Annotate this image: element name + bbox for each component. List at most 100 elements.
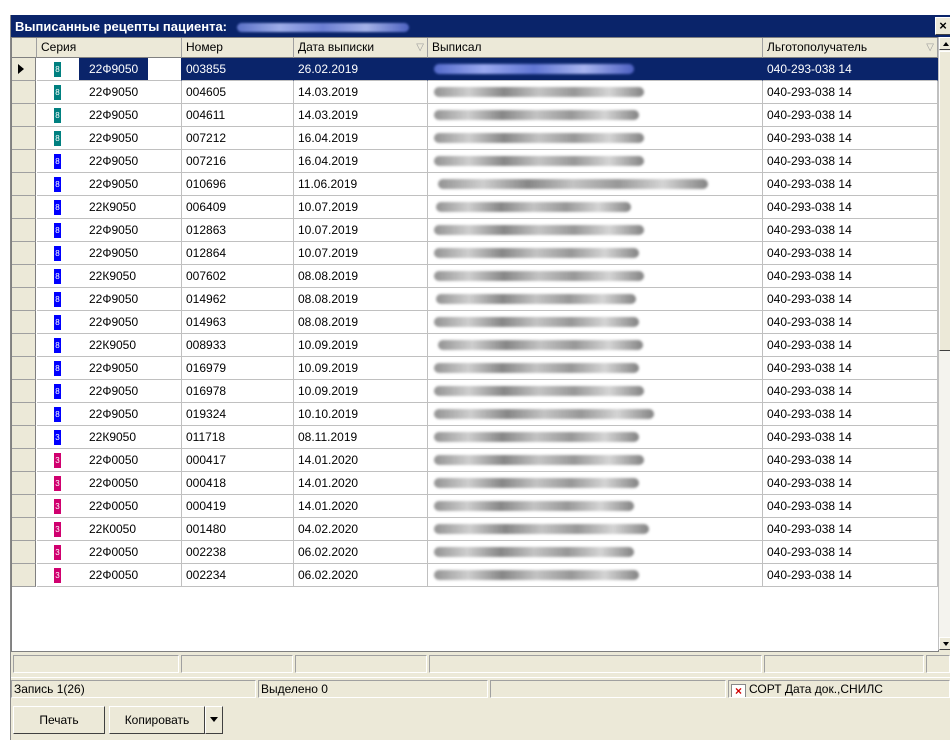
cell-nomer[interactable]: 000419 (182, 495, 294, 518)
row-indicator[interactable] (12, 334, 36, 357)
cell-data[interactable]: 26.02.2019 (294, 58, 428, 81)
scroll-down-button[interactable] (939, 637, 950, 650)
row-indicator[interactable] (12, 380, 36, 403)
row-indicator[interactable] (12, 311, 36, 334)
row-indicator[interactable] (12, 219, 36, 242)
row-indicator[interactable] (12, 495, 36, 518)
cell-seria[interactable]: 8 22Ф9050 (37, 380, 182, 403)
table-row[interactable]: 8 22Ф9050 003855 26.02.2019 040-293-038 14 (12, 58, 938, 81)
vertical-scrollbar[interactable] (938, 37, 950, 650)
cell-lgot[interactable]: 040-293-038 14 (763, 173, 938, 196)
row-indicator[interactable] (12, 357, 36, 380)
cell-lgot[interactable]: 040-293-038 14 (763, 288, 938, 311)
table-row[interactable]: 3 22Ф0050 000418 14.01.2020 040-293-038 14 (12, 472, 938, 495)
cell-vypisal[interactable] (428, 127, 763, 150)
cell-nomer[interactable]: 002234 (182, 564, 294, 587)
cell-vypisal[interactable] (428, 196, 763, 219)
cell-lgot[interactable]: 040-293-038 14 (763, 196, 938, 219)
cell-lgot[interactable]: 040-293-038 14 (763, 380, 938, 403)
table-row[interactable]: 8 22Ф9050 007216 16.04.2019 040-293-038 14 (12, 150, 938, 173)
cell-nomer[interactable]: 003855 (182, 58, 294, 81)
sort-filter-icon[interactable]: ▽ (926, 38, 934, 57)
cell-lgot[interactable]: 040-293-038 14 (763, 219, 938, 242)
cell-vypisal[interactable] (428, 265, 763, 288)
cell-vypisal[interactable] (428, 311, 763, 334)
cell-data[interactable]: 06.02.2020 (294, 541, 428, 564)
table-row[interactable]: 8 22Ф9050 004611 14.03.2019 040-293-038 14 (12, 104, 938, 127)
cell-nomer[interactable]: 004605 (182, 81, 294, 104)
cell-vypisal[interactable] (428, 219, 763, 242)
row-indicator[interactable] (12, 564, 36, 587)
cell-lgot[interactable]: 040-293-038 14 (763, 472, 938, 495)
table-row[interactable]: 8 22К9050 007602 08.08.2019 040-293-038 14 (12, 265, 938, 288)
cell-nomer[interactable]: 001480 (182, 518, 294, 541)
cell-vypisal[interactable] (428, 403, 763, 426)
cell-data[interactable]: 06.02.2020 (294, 564, 428, 587)
cell-vypisal[interactable] (428, 150, 763, 173)
cell-seria[interactable]: 8 22К9050 (37, 334, 182, 357)
cell-vypisal[interactable] (428, 173, 763, 196)
cell-seria[interactable]: 8 22Ф9050 (37, 127, 182, 150)
sort-filter-icon[interactable]: ▽ (416, 38, 424, 57)
row-indicator[interactable] (12, 58, 36, 81)
cell-nomer[interactable]: 008933 (182, 334, 294, 357)
cell-vypisal[interactable] (428, 449, 763, 472)
cell-data[interactable]: 04.02.2020 (294, 518, 428, 541)
cell-nomer[interactable]: 002238 (182, 541, 294, 564)
cell-vypisal[interactable] (428, 518, 763, 541)
table-row[interactable]: 8 22Ф9050 012863 10.07.2019 040-293-038 14 (12, 219, 938, 242)
cell-seria[interactable]: 3 22Ф0050 (37, 495, 182, 518)
cell-lgot[interactable]: 040-293-038 14 (763, 449, 938, 472)
cell-nomer[interactable]: 012864 (182, 242, 294, 265)
cell-seria[interactable]: 8 22Ф9050 (37, 357, 182, 380)
cell-nomer[interactable]: 012863 (182, 219, 294, 242)
table-row[interactable]: 8 22Ф9050 016978 10.09.2019 040-293-038 14 (12, 380, 938, 403)
cell-nomer[interactable]: 000417 (182, 449, 294, 472)
copy-dropdown-button[interactable] (205, 706, 223, 734)
table-row[interactable]: 8 22Ф9050 019324 10.10.2019 040-293-038 14 (12, 403, 938, 426)
cell-nomer[interactable]: 007602 (182, 265, 294, 288)
row-indicator[interactable] (12, 518, 36, 541)
table-row[interactable]: 8 22Ф9050 010696 11.06.2019 040-293-038 14 (12, 173, 938, 196)
row-indicator[interactable] (12, 196, 36, 219)
cell-seria[interactable]: 8 22Ф9050 (37, 288, 182, 311)
cell-data[interactable]: 10.07.2019 (294, 242, 428, 265)
cell-lgot[interactable]: 040-293-038 14 (763, 564, 938, 587)
cell-lgot[interactable]: 040-293-038 14 (763, 311, 938, 334)
cell-data[interactable]: 10.09.2019 (294, 357, 428, 380)
cell-seria[interactable]: 8 22Ф9050 (37, 219, 182, 242)
cell-nomer[interactable]: 019324 (182, 403, 294, 426)
cell-nomer[interactable]: 006409 (182, 196, 294, 219)
cell-seria[interactable]: 3 22Ф0050 (37, 564, 182, 587)
table-row[interactable]: 3 22Ф0050 002238 06.02.2020 040-293-038 14 (12, 541, 938, 564)
cell-vypisal[interactable] (428, 288, 763, 311)
table-row[interactable]: 8 22Ф9050 012864 10.07.2019 040-293-038 14 (12, 242, 938, 265)
cell-data[interactable]: 14.03.2019 (294, 104, 428, 127)
table-row[interactable]: 3 22Ф0050 000417 14.01.2020 040-293-038 14 (12, 449, 938, 472)
cell-lgot[interactable]: 040-293-038 14 (763, 518, 938, 541)
clear-sort-icon[interactable]: × (731, 684, 746, 697)
scroll-up-button[interactable] (939, 37, 950, 50)
cell-seria[interactable]: 8 22Ф9050 (37, 311, 182, 334)
cell-nomer[interactable]: 004611 (182, 104, 294, 127)
cell-vypisal[interactable] (428, 472, 763, 495)
cell-data[interactable]: 08.08.2019 (294, 311, 428, 334)
cell-vypisal[interactable] (428, 242, 763, 265)
column-header-nomer[interactable]: Номер (182, 38, 294, 58)
table-row[interactable]: 3 22К9050 011718 08.11.2019 040-293-038 14 (12, 426, 938, 449)
cell-seria[interactable]: 8 22К9050 (37, 196, 182, 219)
cell-lgot[interactable]: 040-293-038 14 (763, 495, 938, 518)
cell-data[interactable]: 11.06.2019 (294, 173, 428, 196)
cell-vypisal[interactable] (428, 357, 763, 380)
cell-seria[interactable]: 8 22Ф9050 (37, 173, 182, 196)
table-row[interactable]: 3 22К0050 001480 04.02.2020 040-293-038 14 (12, 518, 938, 541)
cell-data[interactable]: 10.07.2019 (294, 219, 428, 242)
cell-data[interactable]: 08.08.2019 (294, 288, 428, 311)
row-indicator[interactable] (12, 81, 36, 104)
row-indicator[interactable] (12, 265, 36, 288)
cell-seria[interactable]: 3 22К0050 (37, 518, 182, 541)
table-row[interactable]: 8 22Ф9050 004605 14.03.2019 040-293-038 14 (12, 81, 938, 104)
cell-vypisal[interactable] (428, 495, 763, 518)
cell-seria[interactable]: 8 22Ф9050 (37, 58, 182, 81)
row-indicator[interactable] (12, 104, 36, 127)
